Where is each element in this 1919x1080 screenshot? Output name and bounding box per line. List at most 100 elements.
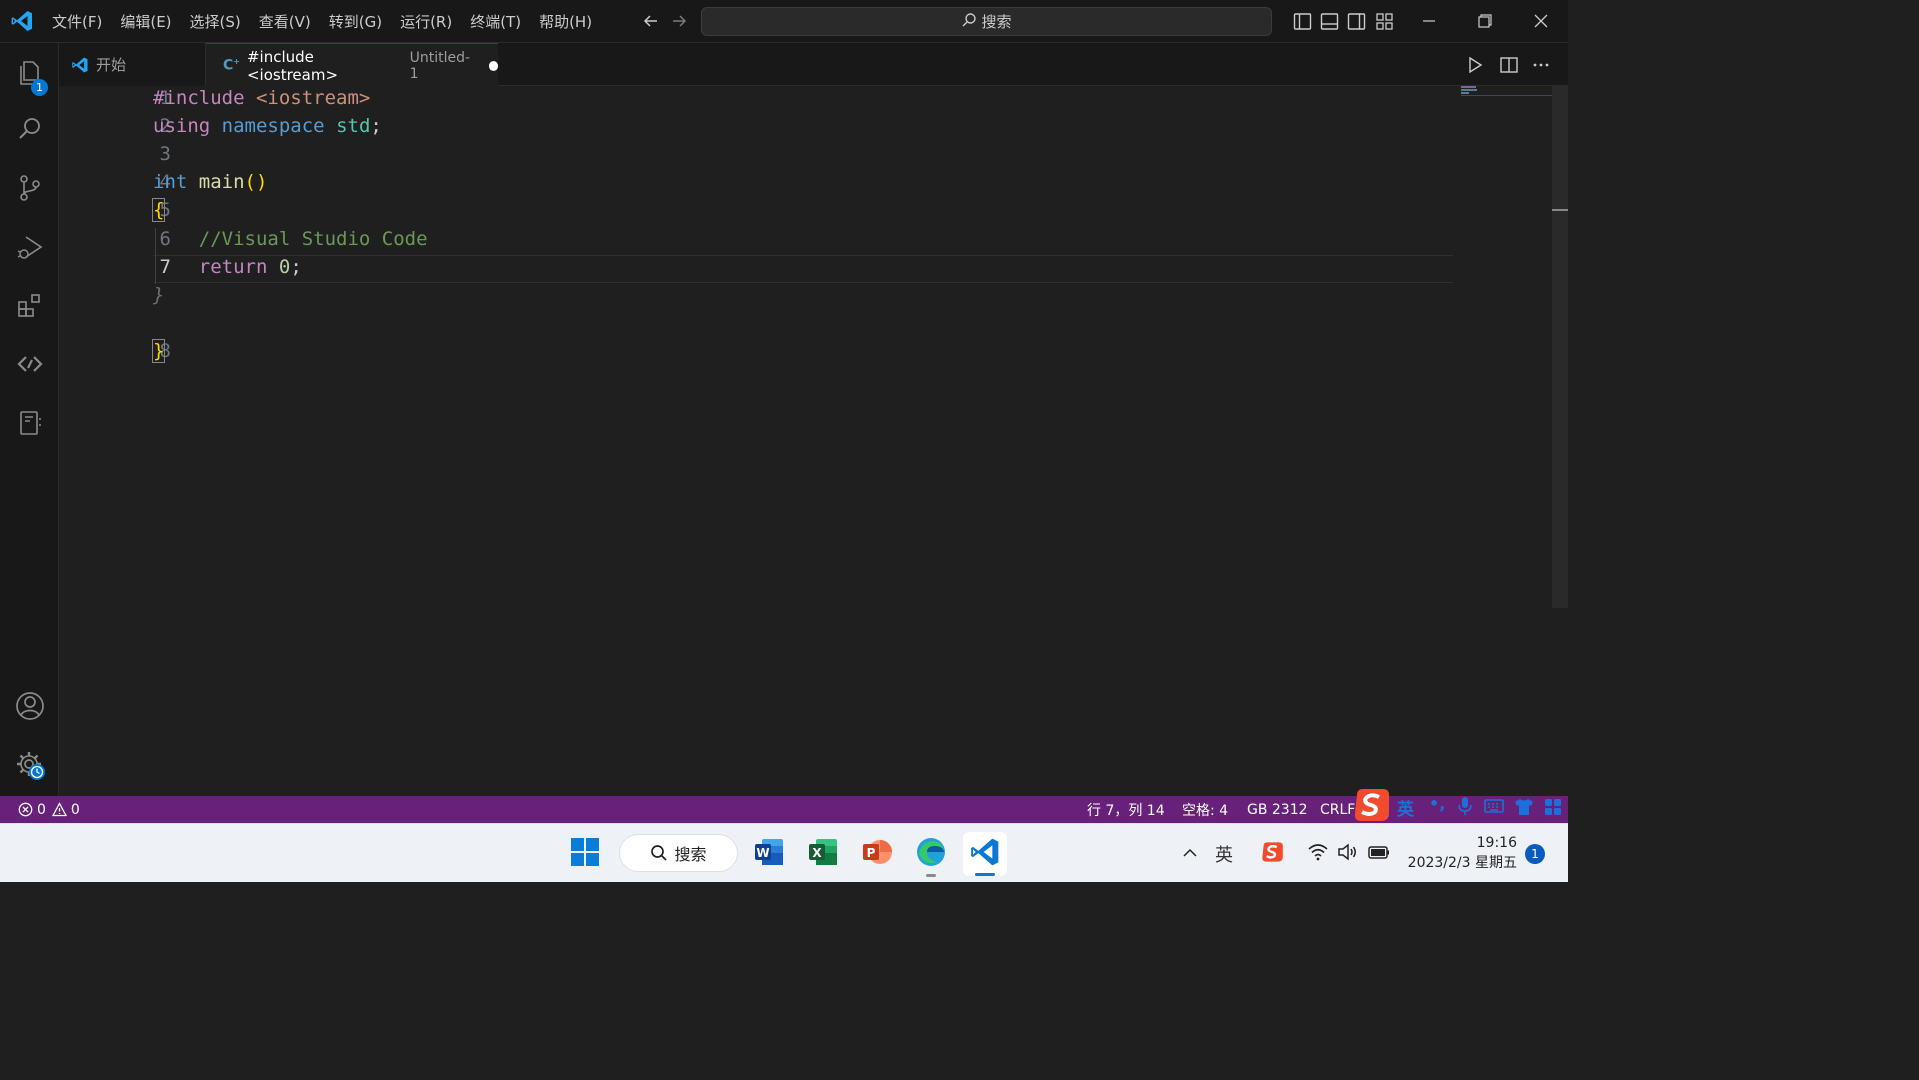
toggle-primary-sidebar-icon[interactable] (1293, 12, 1312, 35)
wifi-icon[interactable] (1307, 842, 1329, 866)
menu-file[interactable]: 文件(F) (46, 7, 108, 36)
encoding-status[interactable]: GB 2312 (1247, 796, 1308, 823)
taskbar-search-label: 搜索 (674, 845, 707, 864)
menu-terminal[interactable]: 终端(T) (464, 7, 527, 36)
vertical-scrollbar[interactable] (1552, 86, 1568, 608)
tab-label: #include <iostream> (246, 47, 339, 84)
tab-welcome[interactable]: 开始 (59, 43, 206, 86)
powerpoint-app[interactable]: P (855, 832, 899, 876)
restore-icon[interactable] (1476, 12, 1494, 34)
code-line-2: using namespace std; (153, 115, 382, 137)
svg-text:X: X (812, 846, 822, 860)
active-indicator (975, 873, 995, 876)
current-line-highlight (153, 255, 1453, 283)
clock-date: 2023/2/3 星期五 (1407, 855, 1517, 871)
accounts-activity[interactable] (0, 680, 59, 736)
customize-layout-icon[interactable] (1375, 12, 1394, 35)
source-control-icon (15, 173, 45, 207)
search-icon (650, 844, 668, 862)
search-icon (961, 12, 977, 32)
clock[interactable]: 19:16 2023/2/3 星期五 (1405, 833, 1517, 873)
back-arrow-icon[interactable] (641, 11, 661, 35)
notebook-activity[interactable] (0, 397, 59, 453)
menu-help[interactable]: 帮助(H) (533, 7, 598, 36)
activity-bar: 1 (0, 43, 59, 796)
word-app[interactable]: W (747, 832, 791, 876)
explorer-activity[interactable]: 1 (0, 46, 59, 102)
search-label: 搜索 (981, 13, 1012, 31)
code-line-6: //Visual Studio Code (153, 228, 428, 250)
edge-app[interactable] (909, 832, 953, 877)
keyboard-icon[interactable] (1484, 798, 1504, 818)
ime-toolbar: 英 •, (1351, 785, 1568, 825)
more-actions-icon[interactable] (1531, 55, 1551, 79)
run-debug-icon (15, 232, 45, 266)
microphone-icon[interactable] (1457, 796, 1473, 820)
menu-run[interactable]: 运行(R) (394, 7, 458, 36)
split-editor-icon[interactable] (1499, 55, 1519, 79)
windows-taskbar: 搜索 W X P 英 19:16 2023/2/3 星期五 1 (0, 823, 1568, 882)
menu-selection[interactable]: 选择(S) (184, 7, 247, 36)
code-editor[interactable]: 1 2 3 4 5 6 7 8 #include <iostream> usin… (59, 86, 1568, 796)
vscode-logo-icon (10, 9, 34, 33)
ghost-closing-brace: } (153, 284, 165, 306)
cursor-position[interactable]: 行 7，列 14 (1087, 796, 1165, 823)
notification-badge[interactable]: 1 (1525, 844, 1545, 864)
svg-text:W: W (756, 846, 769, 860)
extensions-activity[interactable] (0, 280, 59, 336)
source-control-activity[interactable] (0, 162, 59, 218)
svg-text:P: P (867, 846, 876, 860)
forward-arrow-icon[interactable] (669, 11, 689, 35)
code-line-8: } (151, 339, 166, 363)
account-icon (14, 690, 46, 726)
vscode-app[interactable] (963, 832, 1007, 876)
search-activity[interactable] (0, 103, 59, 159)
menu-go[interactable]: 转到(G) (323, 7, 388, 36)
menu-view[interactable]: 查看(V) (253, 7, 317, 36)
remote-icon (15, 349, 45, 383)
ime-toolbox-icon[interactable] (1544, 798, 1562, 820)
menu-bar: 文件(F) 编辑(E) 选择(S) 查看(V) 转到(G) 运行(R) 终端(T… (46, 0, 598, 43)
excel-app[interactable]: X (801, 832, 845, 876)
tab-untitled-1[interactable]: C+ #include <iostream> Untitled-1 (206, 43, 498, 87)
start-button[interactable] (563, 832, 607, 876)
close-window-icon[interactable] (1532, 12, 1550, 34)
minimize-icon[interactable] (1420, 12, 1438, 34)
toggle-secondary-sidebar-icon[interactable] (1347, 12, 1366, 35)
tray-input-language[interactable]: 英 (1215, 841, 1233, 867)
toggle-panel-icon[interactable] (1320, 12, 1339, 35)
sogou-tray-icon[interactable] (1260, 840, 1284, 868)
warning-count: 0 (70, 801, 80, 818)
cpp-file-icon: C+ (223, 57, 240, 74)
show-hidden-icons-chevron-icon[interactable] (1181, 844, 1199, 866)
battery-icon[interactable] (1367, 842, 1391, 866)
explorer-badge: 1 (31, 79, 48, 96)
ime-punctuation-toggle[interactable]: •, (1429, 794, 1445, 813)
search-icon (15, 114, 45, 148)
notebook-icon (15, 408, 45, 442)
problems-status[interactable]: 0 0 (18, 796, 80, 823)
unsaved-dot-icon[interactable] (488, 60, 498, 71)
ime-lang-toggle[interactable]: 英 (1397, 795, 1414, 820)
remote-explorer-activity[interactable] (0, 338, 59, 394)
run-debug-activity[interactable] (0, 221, 59, 277)
powerpoint-icon: P (861, 837, 893, 871)
editor-tabs: 开始 C+ #include <iostream> Untitled-1 (59, 43, 1568, 87)
taskbar-search[interactable]: 搜索 (619, 834, 738, 872)
run-icon[interactable] (1465, 55, 1485, 79)
running-indicator (926, 874, 936, 877)
line-number: 3 (159, 143, 171, 165)
command-center-search[interactable]: 搜索 (701, 7, 1272, 36)
sogou-logo-icon[interactable] (1351, 785, 1391, 825)
skin-shirt-icon[interactable] (1514, 798, 1534, 820)
code-line-1: #include <iostream> (153, 87, 371, 109)
scrollbar-cursor-marker (1552, 209, 1568, 211)
minimap[interactable] (1459, 86, 1555, 98)
menu-edit[interactable]: 编辑(E) (114, 7, 177, 36)
volume-icon[interactable] (1337, 842, 1359, 866)
error-count: 0 (37, 801, 46, 818)
excel-icon: X (807, 837, 839, 871)
extensions-icon (15, 291, 45, 325)
indentation-status[interactable]: 空格: 4 (1182, 796, 1228, 823)
manage-activity[interactable] (0, 739, 59, 795)
